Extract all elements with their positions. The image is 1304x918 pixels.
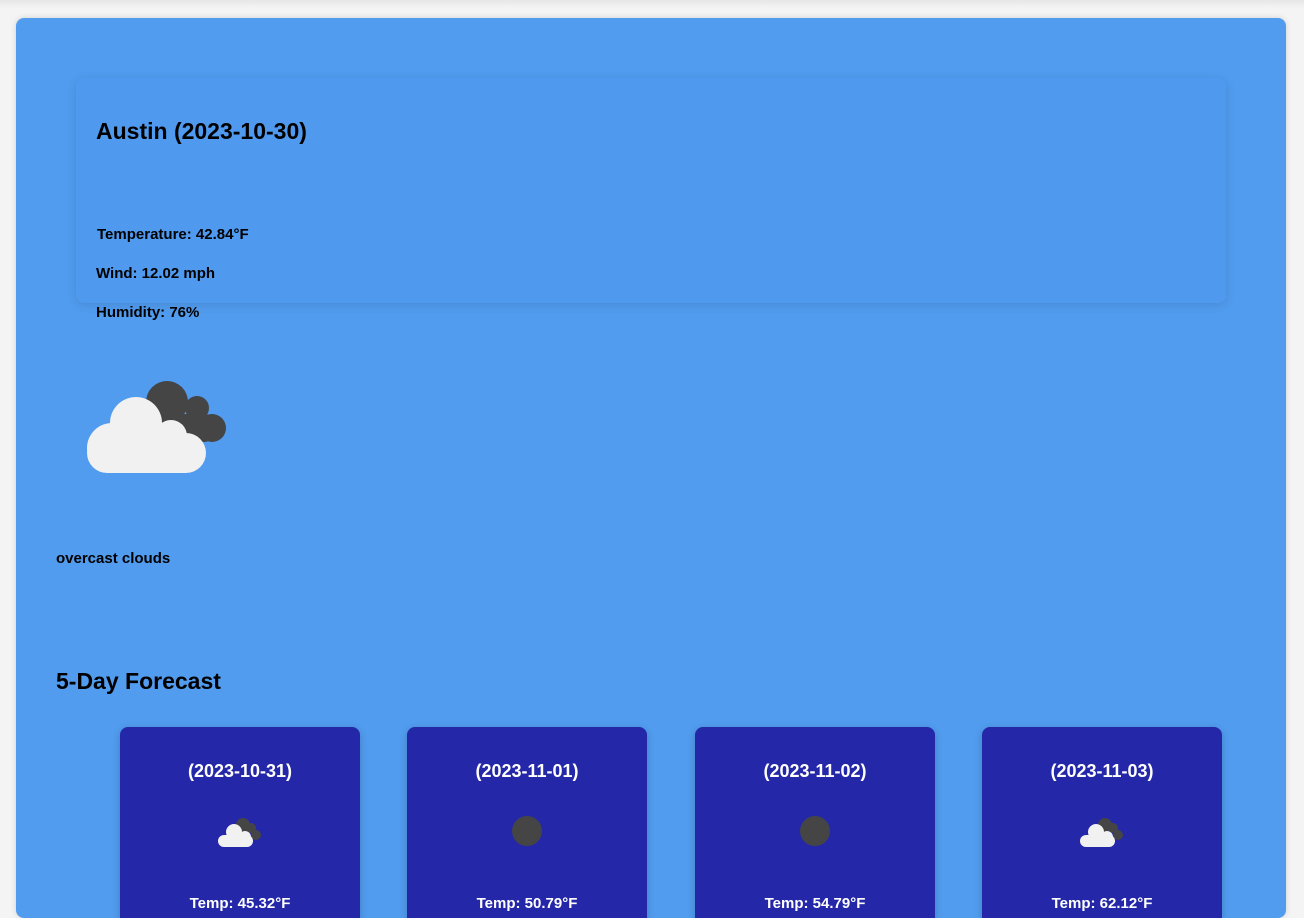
wind-text: Wind: 12.02 mph: [96, 265, 216, 282]
city-date-title: Austin (2023-10-30): [96, 118, 307, 144]
broken-clouds-icon: [1080, 818, 1123, 847]
forecast-temp: Temp: 45.32°F: [189, 895, 291, 912]
current-weather-card: Austin (2023-10-30) Temperature: 42.84°F…: [76, 78, 1226, 321]
forecast-temp: Temp: 50.79°F: [476, 895, 578, 912]
forecast-date: (2023-11-03): [1050, 761, 1154, 781]
weather-panel: Austin (2023-10-30) Temperature: 42.84°F…: [16, 18, 1286, 918]
forecast-temp: Temp: 54.79°F: [764, 895, 866, 912]
forecast-card: (2023-11-02) Temp: 54.79°F: [695, 727, 935, 918]
forecast-temp: Temp: 62.12°F: [1051, 895, 1153, 912]
forecast-card: (2023-11-01) Temp: 50.79°F: [407, 727, 647, 918]
broken-clouds-icon: [218, 818, 261, 847]
overcast-clouds-icon: [87, 381, 226, 473]
forecast-date: (2023-10-31): [187, 761, 293, 781]
dark-circle-icon: [512, 816, 542, 846]
dark-circle-icon: [800, 816, 830, 846]
forecast-date: (2023-11-01): [475, 761, 579, 781]
forecast-card: (2023-11-03) Temp: 62.12°F: [982, 727, 1222, 918]
forecast-date: (2023-11-02): [763, 761, 867, 781]
forecast-card: (2023-10-31) Temp: 45.32°F: [120, 727, 360, 918]
forecast-heading: 5-Day Forecast: [56, 668, 221, 694]
humidity-text: Humidity: 76%: [96, 304, 200, 321]
weather-description: overcast clouds: [56, 550, 171, 567]
temperature-text: Temperature: 42.84°F: [97, 226, 249, 243]
browser-top-shadow: [0, 0, 1304, 8]
